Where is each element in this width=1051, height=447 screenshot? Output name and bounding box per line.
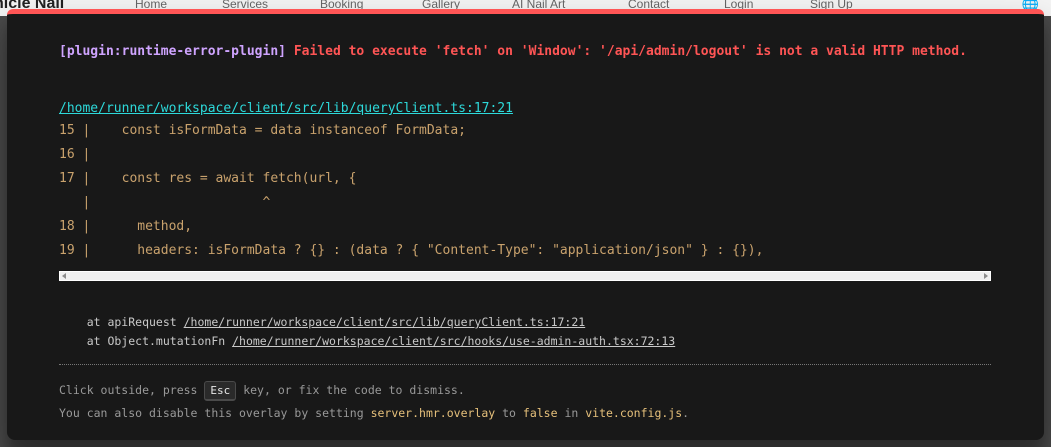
setting-value: false: [522, 406, 558, 420]
scroll-left-arrow-icon[interactable]: [62, 273, 66, 279]
tip-line-config: You can also disable this overlay by set…: [59, 406, 690, 420]
stack-trace: at apiRequest /home/runner/workspace/cli…: [59, 313, 676, 351]
error-overlay[interactable]: [plugin:runtime-error-plugin] Failed to …: [7, 9, 1044, 440]
code-frame: 15 | const isFormData = data instanceof …: [59, 119, 991, 286]
error-message: [plugin:runtime-error-plugin] Failed to …: [59, 41, 999, 62]
code-line: 19 | headers: isFormData ? {} : (data ? …: [59, 243, 764, 258]
stack-frame: at apiRequest /home/runner/workspace/cli…: [59, 315, 586, 329]
error-text: Failed to execute 'fetch' on 'Window': '…: [293, 44, 967, 59]
tip-divider: [59, 364, 991, 365]
stack-frame: at Object.mutationFn /home/runner/worksp…: [59, 334, 676, 348]
config-file-name: vite.config.js: [585, 406, 683, 420]
stack-frame-link[interactable]: /home/runner/workspace/client/src/lib/qu…: [184, 315, 586, 329]
code-caret-line: | ^: [59, 195, 271, 210]
esc-key-badge: Esc: [204, 381, 237, 401]
scroll-right-arrow-icon[interactable]: [984, 273, 988, 279]
tip-line-dismiss: Click outside, press Esc key, or fix the…: [59, 379, 689, 402]
error-file-link[interactable]: /home/runner/workspace/client/src/lib/qu…: [59, 101, 513, 116]
dismiss-tip: Click outside, press Esc key, or fix the…: [59, 379, 689, 425]
code-frame-horizontal-scrollbar[interactable]: [59, 271, 991, 281]
code-line: 18 | method,: [59, 219, 193, 234]
code-line: 15 | const isFormData = data instanceof …: [59, 123, 466, 138]
setting-name: server.hmr.overlay: [370, 406, 496, 420]
code-line: 16 |: [59, 147, 91, 162]
code-line: 17 | const res = await fetch(url, {: [59, 171, 357, 186]
stack-frame-link[interactable]: /home/runner/workspace/client/src/hooks/…: [232, 334, 675, 348]
plugin-name: [plugin:runtime-error-plugin]: [59, 44, 286, 59]
